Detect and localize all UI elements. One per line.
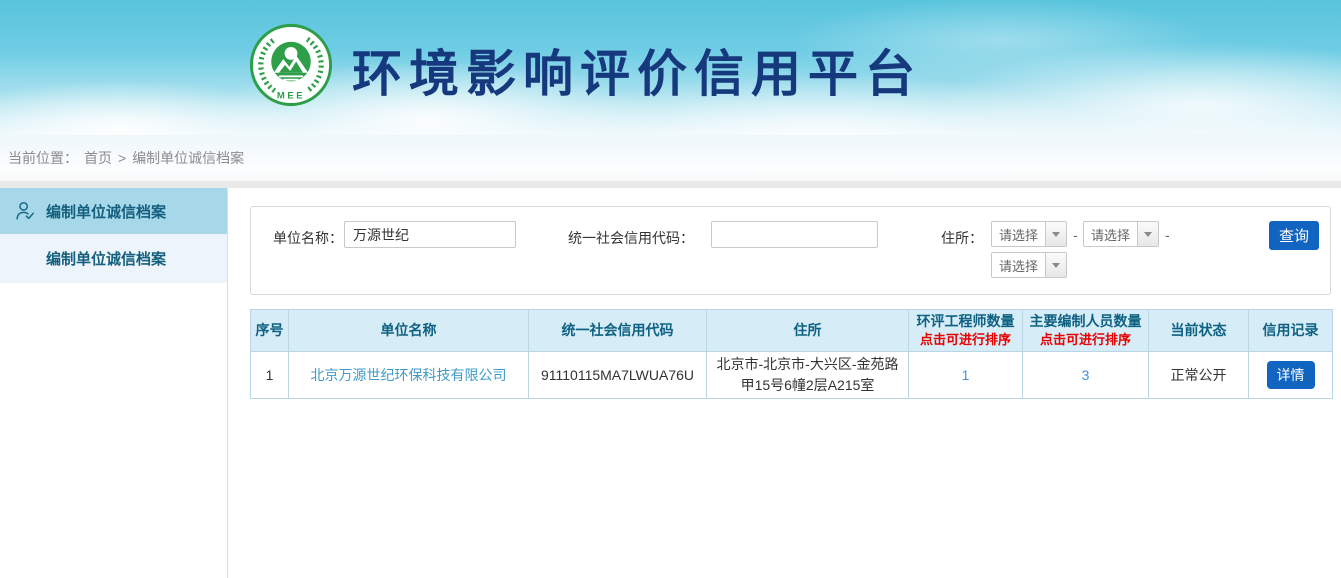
chevron-down-icon[interactable] xyxy=(1045,253,1066,277)
breadcrumb: 当前位置： 首页 > 编制单位诚信档案 xyxy=(0,135,1341,181)
cell-unit-name: 北京万源世纪环保科技有限公司 xyxy=(289,352,529,399)
main-panel: 单位名称： 统一社会信用代码： 住所： 请选择 - 请选择 - 请选择 xyxy=(228,188,1341,578)
col-header-index: 序号 xyxy=(251,310,289,352)
logo-text: MEE xyxy=(277,91,305,102)
chevron-down-icon[interactable] xyxy=(1137,222,1158,246)
district-select-value: 请选择 xyxy=(992,256,1045,275)
sidebar-item-label: 编制单位诚信档案 xyxy=(46,201,166,222)
breadcrumb-current: 编制单位诚信档案 xyxy=(132,148,244,168)
table-row: 1 北京万源世纪环保科技有限公司 91110115MA7LWUA76U 北京市-… xyxy=(251,352,1333,399)
col-header-credit-record: 信用记录 xyxy=(1249,310,1333,352)
sort-hint: 点击可进行排序 xyxy=(1027,331,1144,349)
sidebar: 编制单位诚信档案 编制单位诚信档案 xyxy=(0,188,228,578)
divider xyxy=(0,181,1341,188)
sort-hint: 点击可进行排序 xyxy=(913,331,1018,349)
province-select[interactable]: 请选择 xyxy=(991,221,1067,247)
detail-button[interactable]: 详情 xyxy=(1267,361,1315,389)
cell-credit-code: 91110115MA7LWUA76U xyxy=(529,352,707,399)
breadcrumb-separator: > xyxy=(118,150,126,166)
col-header-unit-name: 单位名称 xyxy=(289,310,529,352)
dash-separator: - xyxy=(1165,227,1170,243)
chevron-down-icon[interactable] xyxy=(1045,222,1066,246)
credit-code-label: 统一社会信用代码： xyxy=(568,228,694,248)
cell-staff-count: 3 xyxy=(1023,352,1149,399)
unit-name-link[interactable]: 北京万源世纪环保科技有限公司 xyxy=(311,367,507,383)
mee-logo-icon: MEE xyxy=(248,22,334,108)
site-header: MEE 环境影响评价信用平台 xyxy=(0,0,1341,135)
site-title: 环境影响评价信用平台 xyxy=(352,34,922,106)
cell-credit-record: 详情 xyxy=(1249,352,1333,399)
credit-code-input[interactable] xyxy=(711,221,878,248)
district-select[interactable]: 请选择 xyxy=(991,252,1067,278)
engineer-count-link[interactable]: 1 xyxy=(962,367,970,383)
address-label: 住所： xyxy=(941,228,983,248)
unit-name-input[interactable] xyxy=(344,221,516,248)
cell-engineer-count: 1 xyxy=(909,352,1023,399)
sidebar-subitem-archive[interactable]: 编制单位诚信档案 xyxy=(0,234,227,283)
col-header-staff-count[interactable]: 主要编制人员数量 点击可进行排序 xyxy=(1023,310,1149,352)
province-select-value: 请选择 xyxy=(992,225,1045,244)
col-header-address: 住所 xyxy=(707,310,909,352)
staff-count-link[interactable]: 3 xyxy=(1082,367,1090,383)
col-header-status: 当前状态 xyxy=(1149,310,1249,352)
dash-separator: - xyxy=(1073,227,1078,243)
sidebar-item-archive[interactable]: 编制单位诚信档案 xyxy=(0,188,227,234)
page: MEE 环境影响评价信用平台 当前位置： 首页 > 编制单位诚信档案 编制单位诚… xyxy=(0,0,1341,578)
search-panel: 单位名称： 统一社会信用代码： 住所： 请选择 - 请选择 - 请选择 xyxy=(250,206,1331,295)
table-header-row: 序号 单位名称 统一社会信用代码 住所 环评工程师数量 点击可进行排序 主要编制… xyxy=(251,310,1333,352)
results-table: 序号 单位名称 统一社会信用代码 住所 环评工程师数量 点击可进行排序 主要编制… xyxy=(250,309,1333,399)
city-select[interactable]: 请选择 xyxy=(1083,221,1159,247)
breadcrumb-home-link[interactable]: 首页 xyxy=(84,148,112,168)
col-header-engineer-count[interactable]: 环评工程师数量 点击可进行排序 xyxy=(909,310,1023,352)
cell-address: 北京市-北京市-大兴区-金苑路甲15号6幢2层A215室 xyxy=(707,352,909,399)
unit-name-label: 单位名称： xyxy=(273,228,343,248)
col-header-credit-code: 统一社会信用代码 xyxy=(529,310,707,352)
query-button[interactable]: 查询 xyxy=(1269,221,1319,250)
cell-status: 正常公开 xyxy=(1149,352,1249,399)
sidebar-subitem-label: 编制单位诚信档案 xyxy=(46,248,166,269)
user-check-icon xyxy=(14,200,36,222)
breadcrumb-prefix: 当前位置： xyxy=(8,148,78,168)
content: 编制单位诚信档案 编制单位诚信档案 单位名称： 统一社会信用代码： 住所： 请选… xyxy=(0,188,1341,578)
cell-index: 1 xyxy=(251,352,289,399)
city-select-value: 请选择 xyxy=(1084,225,1137,244)
